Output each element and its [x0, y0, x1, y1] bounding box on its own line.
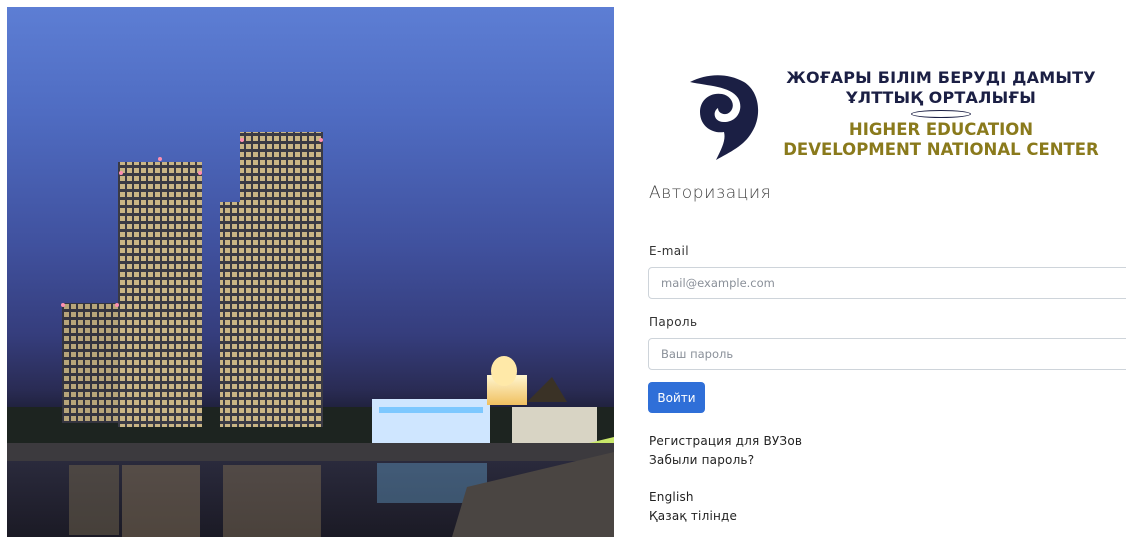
logo-title-en-line1: HIGHER EDUCATION: [848, 120, 1034, 139]
hero-city-photo: [7, 7, 614, 537]
password-label: Пароль: [649, 315, 698, 329]
logo-ornament: [776, 108, 1106, 120]
logo-title-en-line2: DEVELOPMENT NATIONAL CENTER: [783, 140, 1099, 159]
language-english-link[interactable]: English: [649, 490, 694, 504]
register-universities-link[interactable]: Регистрация для ВУЗов: [649, 434, 802, 448]
login-button[interactable]: Войти: [648, 382, 705, 413]
page-title: Авторизация: [649, 183, 772, 203]
city-skyline-image: [7, 132, 614, 537]
logo-title-kz-line1: ЖОҒАРЫ БІЛІМ БЕРУДІ ДАМЫТУ: [786, 68, 1096, 87]
email-input[interactable]: [648, 267, 1126, 299]
logo-title-kz-line2: ҰЛТТЫҚ ОРТАЛЫҒЫ: [846, 88, 1036, 107]
password-input[interactable]: [648, 338, 1126, 370]
organization-logo: ЖОҒАРЫ БІЛІМ БЕРУДІ ДАМЫТУ ҰЛТТЫҚ ОРТАЛЫ…: [686, 68, 1106, 168]
logo-emblem-icon: [690, 75, 759, 160]
forgot-password-link[interactable]: Забыли пароль?: [649, 453, 754, 467]
email-label: E-mail: [649, 244, 690, 258]
logo-text: ЖОҒАРЫ БІЛІМ БЕРУДІ ДАМЫТУ ҰЛТТЫҚ ОРТАЛЫ…: [776, 68, 1106, 160]
language-kazakh-link[interactable]: Қазақ тілінде: [649, 509, 737, 523]
